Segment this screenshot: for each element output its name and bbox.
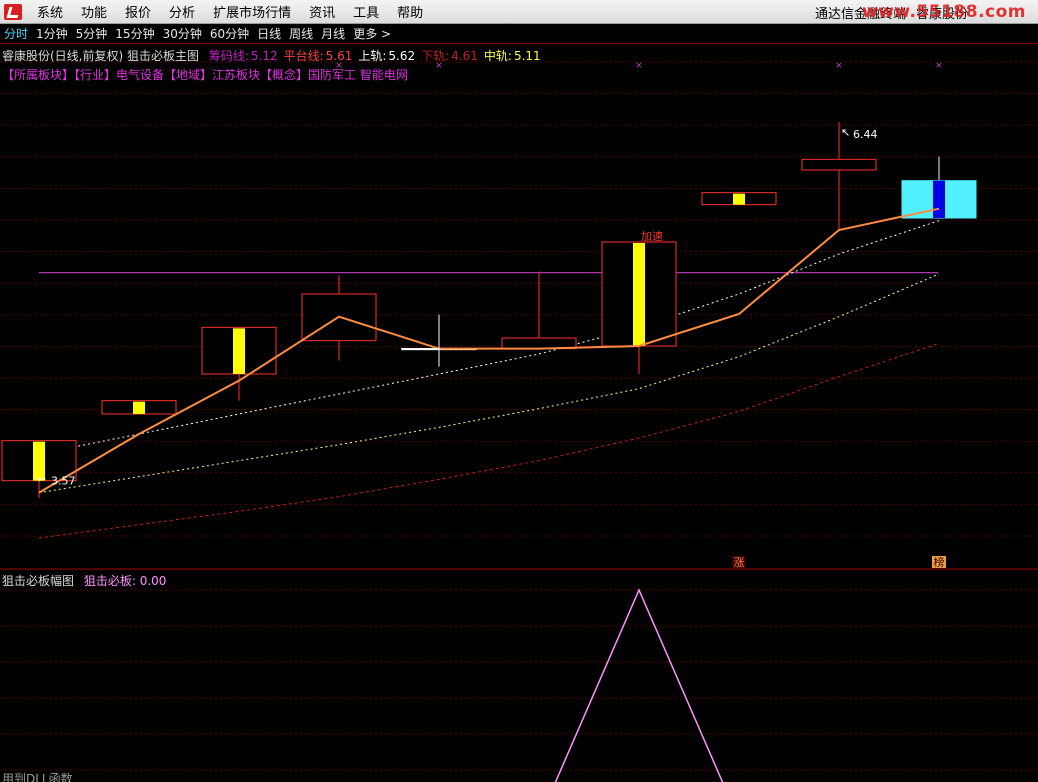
yellow-signal-bar [233,328,245,374]
period-tab-6[interactable]: 日线 [253,25,285,42]
indicator-value: 5.11 [513,49,541,63]
period-tab-9[interactable]: 更多 > [349,25,395,42]
indicator-1: 平台线: 5.61 [284,49,353,63]
sub-indicator-label: 狙击必板: [83,574,136,588]
indicator-label: 下轨: [421,49,450,63]
high-price-label: 6.44 [853,128,878,141]
main-legend: 睿康股份(日线,前复权) 狙击必板主图 筹码线: 5.12 平台线: 5.61 上轨: 5… [2,47,547,64]
yellow-signal-bar [133,401,145,414]
menu-item-0[interactable]: 系统 [28,2,72,21]
period-tab-0[interactable]: 分时 [0,25,32,42]
menu-item-3[interactable]: 分析 [160,2,204,21]
period-tab-2[interactable]: 5分钟 [72,25,112,42]
bang-tag: 榜 [934,555,945,569]
upper-band-line [38,220,940,455]
indicator-label: 筹码线: [208,49,249,63]
sub-indicator-line [554,588,724,782]
indicator-value: 5.12 [250,49,278,63]
blue-signal-bar [933,180,945,218]
indicator-2: 上轨: 5.62 [358,49,415,63]
app-logo-icon[interactable] [4,3,22,20]
sub-indicator-value: 0.00 [139,574,167,588]
sub-title: 狙击必板幅图 [2,574,75,588]
period-tab-3[interactable]: 15分钟 [111,25,158,42]
signal-marker: × [635,61,643,71]
sector-line: 【所属板块】【行业】电气设备【地域】江苏板块【概念】国防军工 智能电网 [2,68,408,82]
sub-legend: 狙击必板幅图 狙击必板: 0.00 [2,572,166,589]
period-tab-8[interactable]: 月线 [317,25,349,42]
main-title: 睿康股份(日线,前复权) 狙击必板主图 [2,49,199,63]
menu-item-5[interactable]: 资讯 [300,2,344,21]
menu-item-1[interactable]: 功能 [72,2,116,21]
indicator-value: 4.61 [451,49,478,63]
signal-marker: × [835,61,843,71]
indicator-label: 中轨: [483,49,512,63]
menu-item-2[interactable]: 报价 [116,2,160,21]
indicator-values: 筹码线: 5.12 平台线: 5.61 上轨: 5.62 下轨: 4.61 中轨: 5.11 [209,49,547,63]
low-arrow: ← [37,473,46,486]
lower-band-line [38,342,940,539]
accel-label: 加速 [641,230,663,243]
indicator-label: 上轨: [358,49,387,63]
menu-items: 系统 功能 报价 分析 扩展市场行情 资讯 工具 帮助 [28,2,432,21]
menu-bar: 系统 功能 报价 分析 扩展市场行情 资讯 工具 帮助 通达信金融终端 睿康股份 www.55… [0,0,1038,24]
period-tab-5[interactable]: 60分钟 [206,25,253,42]
period-tabs: 分时 1分钟 5分钟 15分钟 30分钟 60分钟 日线 周线 月线 更多 > [0,24,1038,44]
sub-chart[interactable] [0,570,1038,782]
main-chart[interactable]: × × × × ×↖ 6.44← 3.57加速涨榜 [0,44,1038,570]
indicator-label: 平台线: [283,49,324,63]
period-tab-7[interactable]: 周线 [285,25,317,42]
menu-item-6[interactable]: 工具 [344,2,388,21]
period-tab-4[interactable]: 30分钟 [159,25,206,42]
menu-item-4[interactable]: 扩展市场行情 [204,2,300,21]
yellow-signal-bar [633,243,645,346]
indicator-value: 5.62 [388,49,416,63]
menu-item-7[interactable]: 帮助 [388,2,432,21]
main-trend-line [38,207,940,494]
indicator-value: 5.61 [325,49,353,63]
indicator-4: 中轨: 5.11 [484,49,541,63]
indicator-0: 筹码线: 5.12 [209,49,278,63]
signal-marker: × [935,61,943,71]
zhang-tag: 涨 [734,556,745,569]
period-tab-1[interactable]: 1分钟 [32,25,72,42]
yellow-signal-bar [733,193,745,205]
watermark: www.55188.com [861,2,1026,22]
footer-text: 用到DLL函数 [2,772,73,782]
low-price-label: 3.57 [51,475,76,488]
middle-band-line [38,273,940,494]
indicator-3: 下轨: 4.61 [421,49,478,63]
high-arrow: ↖ [841,126,850,139]
candle-body [801,158,877,171]
